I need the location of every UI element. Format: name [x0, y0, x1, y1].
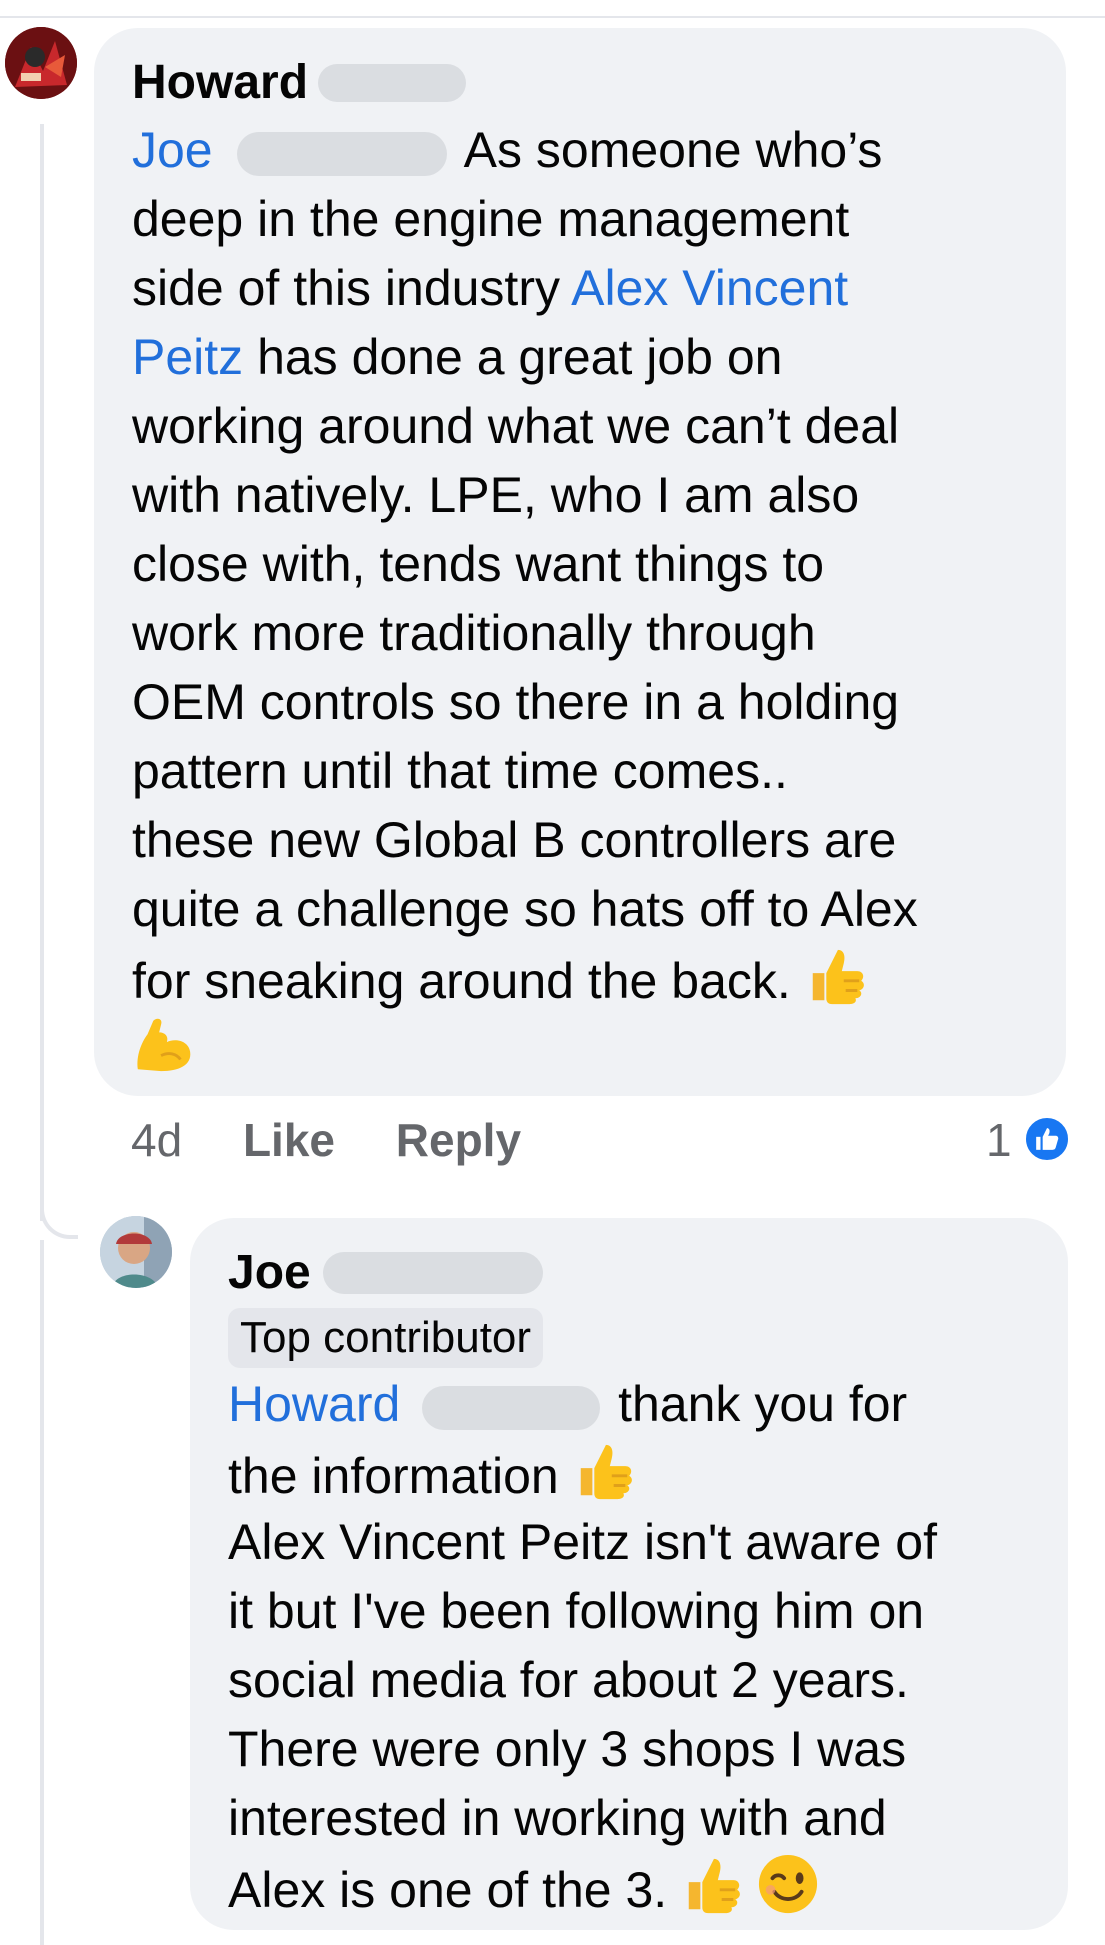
- thread-line-continued: [40, 1240, 44, 1945]
- like-reaction-icon[interactable]: [1023, 1115, 1071, 1163]
- thumbs-up-icon: [812, 949, 864, 1005]
- mention-link[interactable]: Alex Vincent: [571, 260, 848, 316]
- winking-face-icon: [758, 1854, 818, 1914]
- mention-link[interactable]: Joe: [132, 122, 213, 178]
- thumbs-up-icon: [580, 1444, 632, 1500]
- comment-timestamp[interactable]: 4d: [131, 1114, 182, 1166]
- reaction-count[interactable]: 1: [986, 1112, 1012, 1168]
- comment-bubble: Howard Joe As someone who’s deep in the …: [94, 28, 1066, 1096]
- thread-line: [40, 124, 44, 1221]
- mention-link[interactable]: Howard: [228, 1376, 400, 1432]
- comment-author[interactable]: Joe: [228, 1240, 1038, 1306]
- thumbs-up-icon: [1036, 1128, 1059, 1150]
- like-button[interactable]: Like: [243, 1114, 335, 1166]
- mention-link[interactable]: Peitz: [132, 329, 243, 385]
- avatar[interactable]: [100, 1216, 172, 1288]
- comment-actions: 4d Like Reply: [131, 1112, 569, 1168]
- redacted-surname: [236, 131, 447, 176]
- comment-bubble: Joe Top contributor Howard thank you for…: [190, 1218, 1068, 1930]
- top-divider: [0, 16, 1105, 18]
- thread-line-branch: [40, 1185, 78, 1239]
- redacted-surname: [322, 1252, 543, 1294]
- comment-author[interactable]: Howard: [132, 50, 1030, 116]
- redacted-surname: [318, 64, 467, 102]
- avatar[interactable]: [5, 27, 77, 99]
- author-name[interactable]: Joe: [228, 1240, 311, 1306]
- redacted-surname: [422, 1385, 601, 1430]
- avatar-image: [5, 27, 77, 99]
- author-name[interactable]: Howard: [132, 50, 308, 116]
- reply-button[interactable]: Reply: [396, 1114, 521, 1166]
- top-contributor-badge[interactable]: Top contributor: [228, 1308, 544, 1368]
- comment-text: Howard thank you for the information Ale…: [228, 1376, 937, 1918]
- flexed-biceps-icon: [137, 1018, 191, 1072]
- avatar-image: [100, 1216, 172, 1288]
- thumbs-up-icon: [688, 1858, 740, 1914]
- comment-text: Joe As someone who’s deep in the engine …: [132, 116, 1030, 1082]
